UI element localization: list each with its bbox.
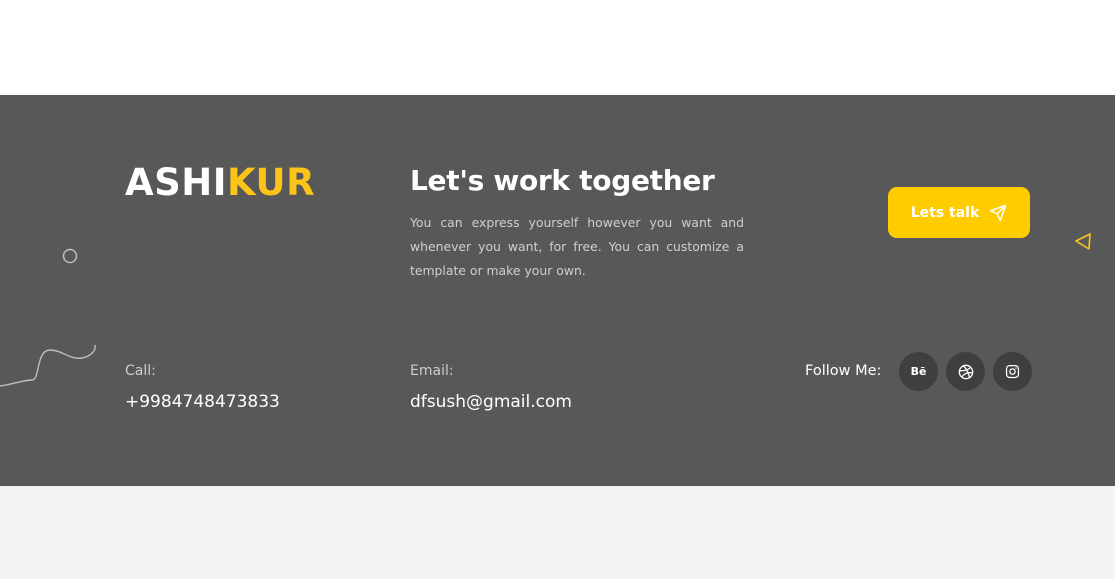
dribbble-button[interactable] [946,352,985,391]
cta-headline: Let's work together [410,164,715,197]
logo-text-white: ASHI [125,161,228,204]
email-label: Email: [410,363,454,379]
lets-talk-button[interactable]: Lets talk [888,187,1030,238]
behance-button[interactable]: Bē [899,352,938,391]
squiggle-decoration-icon [0,344,96,387]
lets-talk-label: Lets talk [910,204,980,221]
triangle-decoration-icon [1075,233,1091,250]
dribbble-icon [958,364,973,379]
call-label: Call: [125,363,156,379]
logo-text-yellow: KUR [227,161,316,204]
brand-logo[interactable]: ASHIKUR [125,161,315,205]
bottom-blank-area [0,486,1115,579]
follow-me-label: Follow Me: [805,363,882,379]
cta-description: You can express yourself however you wan… [410,215,744,278]
top-blank-area [0,0,1115,95]
behance-icon: Bē [910,365,927,378]
email-address-link[interactable]: dfsush@gmail.com [410,391,572,413]
footer-section: ASHIKUR Let's work together You can expr… [0,95,1115,486]
send-icon [990,204,1007,221]
instagram-icon [1005,364,1020,379]
phone-number-link[interactable]: +9984748473833 [125,391,280,413]
instagram-button[interactable] [993,352,1032,391]
circle-decoration-icon [62,248,78,264]
